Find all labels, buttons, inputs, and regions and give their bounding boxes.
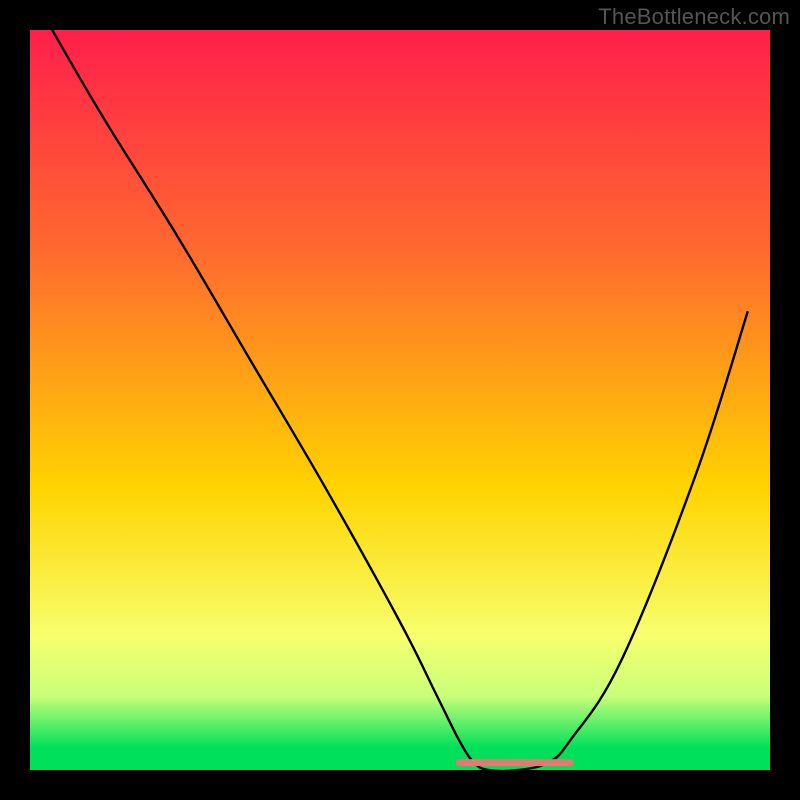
chart-stage: TheBottleneck.com [0, 0, 800, 800]
watermark-text: TheBottleneck.com [598, 4, 790, 30]
plot-background [30, 30, 770, 770]
chart-svg [0, 0, 800, 800]
